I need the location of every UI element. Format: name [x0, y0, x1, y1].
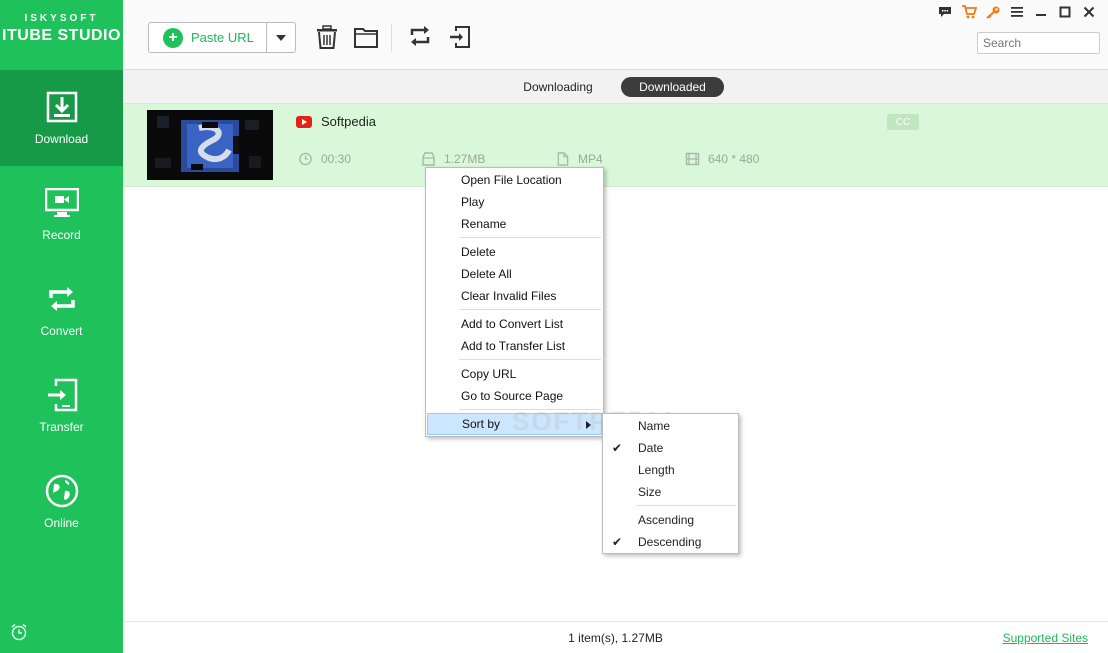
menu-item-delete[interactable]: Delete [426, 241, 603, 263]
sidebar-item-download[interactable]: Download [0, 70, 123, 166]
toolbar-divider [391, 24, 392, 52]
menu-item-play[interactable]: Play [426, 191, 603, 213]
menu-item-go-to-source-page[interactable]: Go to Source Page [426, 385, 603, 407]
cart-icon[interactable] [960, 5, 978, 19]
menu-item-open-file-location[interactable]: Open File Location [426, 169, 603, 191]
sort-option-label: Date [638, 441, 664, 455]
sidebar-item-label: Transfer [39, 420, 84, 434]
status-bar: 1 item(s), 1.27MB Supported Sites [123, 621, 1108, 653]
paste-url-main[interactable]: + Paste URL [149, 23, 267, 52]
film-icon [685, 152, 700, 166]
sidebar-item-transfer[interactable]: Transfer [0, 358, 123, 454]
sidebar-item-online[interactable]: Online [0, 454, 123, 550]
sidebar: ISKYSOFT ITUBE STUDIO Download Record Co… [0, 0, 123, 653]
sort-order-descending[interactable]: ✔ Descending [603, 531, 738, 553]
menu-item-clear-invalid-files[interactable]: Clear Invalid Files [426, 285, 603, 307]
menu-item-copy-url[interactable]: Copy URL [426, 363, 603, 385]
tab-downloaded[interactable]: Downloaded [621, 77, 724, 97]
sort-option-label: Length [638, 463, 675, 477]
file-icon [557, 152, 569, 166]
sidebar-item-record[interactable]: Record [0, 166, 123, 262]
maximize-icon[interactable] [1056, 5, 1074, 19]
menu-icon[interactable] [1008, 5, 1026, 19]
clock-icon [299, 152, 312, 166]
convert-icon[interactable] [409, 25, 433, 49]
item-duration: 00:30 [298, 152, 351, 166]
menu-item-add-to-convert-list[interactable]: Add to Convert List [426, 313, 603, 335]
item-format: MP4 [555, 152, 603, 166]
checkmark-icon: ✔ [612, 535, 623, 549]
drive-icon [422, 152, 435, 166]
plus-icon: + [163, 27, 183, 48]
menu-item-rename[interactable]: Rename [426, 213, 603, 235]
paste-url-dropdown[interactable] [267, 23, 295, 52]
video-thumbnail [147, 110, 273, 180]
key-icon[interactable] [984, 5, 1002, 19]
paste-url-button[interactable]: + Paste URL [148, 22, 296, 53]
item-size: 1.27MB [421, 152, 485, 166]
globe-icon [45, 474, 79, 508]
sort-option-size[interactable]: Size [603, 481, 738, 503]
sidebar-item-label: Online [44, 516, 79, 530]
alarm-clock-icon[interactable] [10, 623, 28, 641]
convert-icon [45, 282, 79, 316]
menu-item-delete-all[interactable]: Delete All [426, 263, 603, 285]
supported-sites-link[interactable]: Supported Sites [1003, 631, 1088, 645]
paste-url-label: Paste URL [191, 30, 254, 45]
minimize-icon[interactable] [1032, 5, 1050, 19]
status-text: 1 item(s), 1.27MB [568, 631, 663, 645]
record-icon [44, 186, 79, 220]
tab-downloading[interactable]: Downloading [513, 77, 603, 97]
duration-value: 00:30 [321, 152, 352, 166]
menu-item-add-to-transfer-list[interactable]: Add to Transfer List [426, 335, 603, 357]
item-resolution: 640 * 480 [685, 152, 759, 166]
sidebar-item-label: Download [34, 132, 89, 146]
sort-order-label: Descending [638, 535, 702, 549]
sort-option-label: Name [638, 419, 671, 433]
size-value: 1.27MB [444, 152, 486, 166]
sort-option-name[interactable]: Name [603, 415, 738, 437]
sidebar-item-label: Record [42, 228, 81, 242]
brand-name: ITUBE STUDIO [2, 27, 121, 44]
tabs-bar: Downloading Downloaded [123, 70, 1108, 104]
menu-separator [459, 309, 601, 310]
sort-order-ascending[interactable]: Ascending [603, 509, 738, 531]
sidebar-item-convert[interactable]: Convert [0, 262, 123, 358]
menu-separator [636, 505, 736, 506]
menu-separator [459, 359, 601, 360]
cc-badge[interactable]: CC [887, 114, 919, 130]
item-title: Softpedia [321, 114, 376, 129]
sort-option-length[interactable]: Length [603, 459, 738, 481]
sort-by-label: Sort by [462, 417, 501, 431]
resolution-value: 640 * 480 [708, 152, 760, 166]
sort-submenu: Name ✔ Date Length Size Ascending ✔ Descen… [602, 413, 739, 554]
download-icon [45, 90, 79, 124]
brand-top: ISKYSOFT [24, 13, 99, 24]
folder-icon[interactable] [354, 25, 378, 49]
toolbar: + Paste URL [123, 0, 1108, 70]
menu-separator [459, 237, 601, 238]
chevron-down-icon [276, 34, 286, 41]
transfer-icon[interactable] [449, 25, 473, 49]
youtube-icon [296, 115, 312, 128]
app-logo: ISKYSOFT ITUBE STUDIO [0, 0, 123, 70]
sort-option-label: Size [638, 485, 662, 499]
sort-order-label: Ascending [638, 513, 695, 527]
trash-icon[interactable] [315, 25, 339, 49]
context-menu: Open File Location Play Rename Delete De… [425, 167, 604, 437]
transfer-icon [45, 378, 79, 412]
format-value: MP4 [578, 152, 603, 166]
checkmark-icon: ✔ [612, 441, 623, 455]
close-icon[interactable] [1080, 5, 1098, 19]
list-item[interactable]: Softpedia 00:30 1.27MB MP4 640 * 480 CC [123, 104, 1108, 187]
feedback-icon[interactable] [936, 5, 954, 19]
sort-option-date[interactable]: ✔ Date [603, 437, 738, 459]
sidebar-item-label: Convert [40, 324, 83, 338]
window-controls [936, 5, 1098, 19]
item-title-row: Softpedia [296, 114, 376, 129]
search-input[interactable] [977, 32, 1100, 54]
